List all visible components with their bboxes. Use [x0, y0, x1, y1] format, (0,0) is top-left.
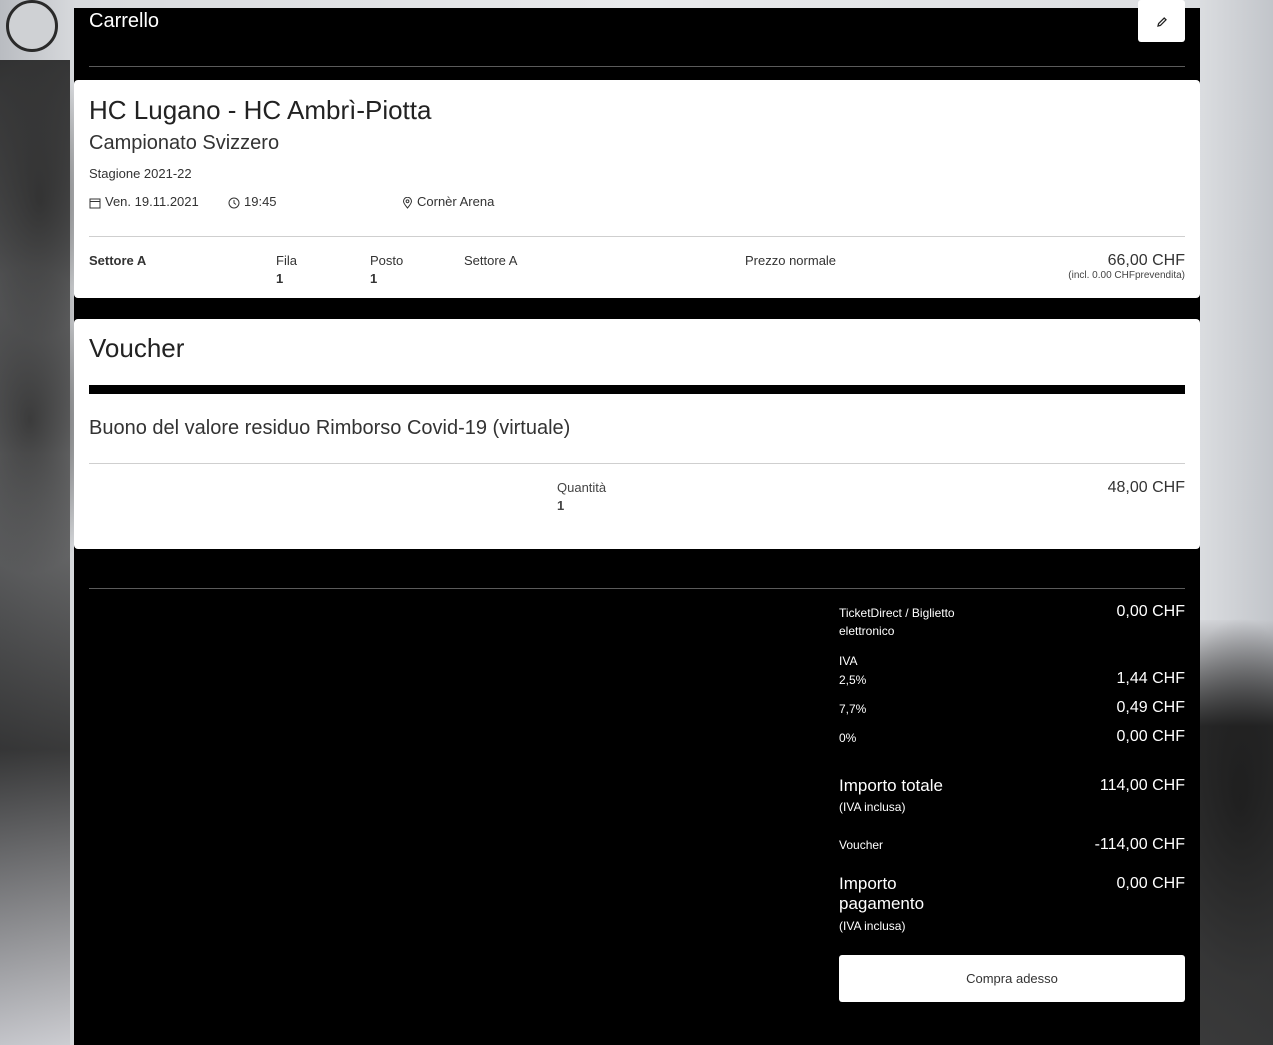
voucher-quantity: Quantità 1: [557, 479, 606, 515]
voucher-summary-label: Voucher: [839, 838, 884, 852]
summary-divider: [89, 588, 1185, 589]
calendar-icon: [89, 194, 101, 209]
ticket-seat-value: 1: [370, 271, 378, 286]
background-player-right: [1200, 620, 1273, 1045]
pencil-icon: [1156, 14, 1168, 29]
ticket-sector-detail: Settore A: [464, 253, 518, 268]
ticket-sector: Settore A: [89, 253, 147, 268]
club-logo: [6, 0, 58, 52]
iva-rate-2: 7,7%: [839, 702, 867, 716]
ticket-seat: Posto 1: [370, 252, 403, 288]
ticket-price: 66,00 CHF (incl. 0.00 CHFprevendita): [1068, 252, 1185, 281]
event-card: HC Lugano - HC Ambrì-Piotta Campionato S…: [74, 80, 1200, 298]
voucher-summary-value: -114,00 CHF: [1094, 836, 1185, 853]
total-note: (IVA inclusa): [839, 800, 906, 814]
voucher-quantity-label: Quantità: [557, 480, 607, 495]
total-value: 114,00 CHF: [1099, 777, 1185, 794]
event-venue-text: Cornèr Arena: [417, 194, 495, 209]
payment-label: Importo pagamento: [839, 874, 925, 913]
event-season: Stagione 2021-22: [89, 166, 192, 181]
payment-value: 0,00 CHF: [1116, 875, 1185, 892]
ticket-price-value: 66,00 CHF: [1107, 252, 1185, 269]
event-divider: [89, 236, 1185, 237]
header-divider: [89, 66, 1185, 67]
voucher-divider: [89, 463, 1185, 464]
background-player-left: [0, 60, 70, 1045]
buy-now-button[interactable]: Compra adesso: [839, 955, 1185, 1002]
payment-note: (IVA inclusa): [839, 919, 906, 933]
total-label: Importo totale: [839, 776, 943, 795]
ticket-seat-label: Posto: [370, 253, 404, 268]
iva-rate-1: 2,5%: [839, 673, 867, 687]
delivery-value: 0,00 CHF: [1116, 603, 1185, 620]
location-pin-icon: [402, 194, 413, 209]
edit-button[interactable]: [1138, 0, 1185, 42]
clock-icon: [228, 194, 240, 209]
event-date: Ven. 19.11.2021: [89, 194, 199, 209]
event-title: HC Lugano - HC Ambrì-Piotta: [89, 95, 432, 125]
event-date-text: Ven. 19.11.2021: [105, 194, 199, 209]
voucher-title: Voucher: [89, 333, 185, 363]
voucher-quantity-value: 1: [557, 498, 565, 513]
ticket-row-value: 1: [276, 271, 284, 286]
iva-value-3: 0,00 CHF: [1116, 728, 1185, 745]
event-time: 19:45: [228, 194, 277, 209]
ticket-price-note: (incl. 0.00 CHFprevendita): [1068, 270, 1185, 281]
iva-rate-3: 0%: [839, 731, 857, 745]
voucher-name: Buono del valore residuo Rimborso Covid-…: [89, 417, 571, 439]
iva-value-1: 1,44 CHF: [1116, 670, 1185, 687]
ticket-row-label: Fila: [276, 253, 297, 268]
event-venue: Cornèr Arena: [402, 194, 494, 209]
ticket-price-type: Prezzo normale: [745, 253, 837, 268]
voucher-price: 48,00 CHF: [1107, 479, 1185, 496]
event-competition: Campionato Svizzero: [89, 132, 280, 154]
voucher-title-bar: [89, 385, 1185, 394]
event-time-text: 19:45: [244, 194, 277, 209]
voucher-card: Voucher Buono del valore residuo Rimbors…: [74, 319, 1200, 549]
iva-label: IVA: [839, 654, 858, 668]
cart-title: Carrello: [89, 10, 160, 32]
delivery-label: TicketDirect / Biglietto elettronico: [839, 606, 955, 638]
iva-value-2: 0,49 CHF: [1116, 699, 1185, 716]
ticket-row: Fila 1: [276, 252, 297, 288]
